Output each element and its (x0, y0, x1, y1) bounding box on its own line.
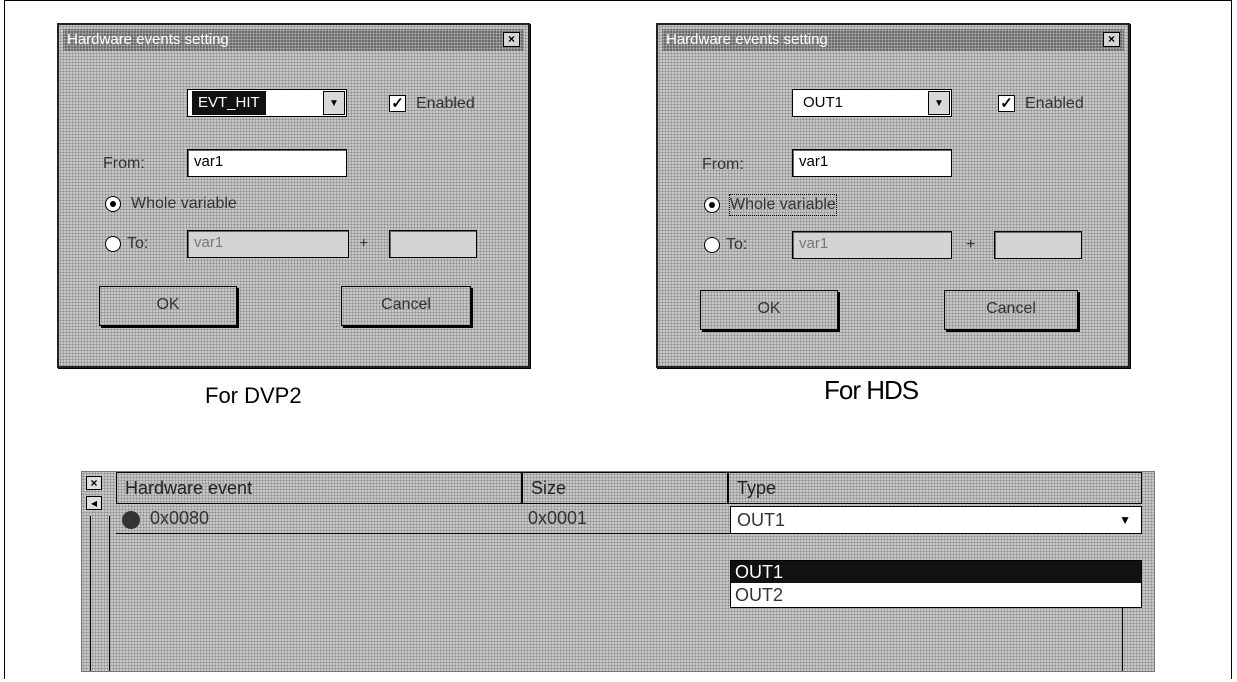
dialog-title: Hardware events setting (67, 31, 229, 48)
dialog-titlebar: Hardware events setting × (63, 29, 524, 51)
whole-variable-label: Whole variable (729, 194, 837, 216)
whole-variable-radio[interactable] (105, 196, 121, 212)
enabled-checkbox[interactable]: ✓ (389, 95, 406, 112)
dvp2-caption: For DVP2 (205, 383, 302, 408)
type-dropdown-list: OUT1 OUT2 (730, 560, 1142, 608)
to-radio[interactable] (704, 237, 720, 253)
to-input[interactable]: var1 (792, 231, 952, 259)
chevron-down-icon[interactable]: ▼ (928, 91, 950, 115)
hardware-events-dialog-dvp2: Hardware events setting × EVT_HIT ▼ ✓ En… (57, 23, 530, 368)
event-select[interactable]: OUT1 ▼ (792, 89, 952, 117)
offset-input[interactable] (389, 230, 477, 258)
plus-label: + (966, 236, 976, 253)
dialog-title: Hardware events setting (666, 31, 828, 48)
type-option-out1[interactable]: OUT1 (731, 561, 1141, 583)
close-icon[interactable]: × (503, 32, 520, 47)
event-select-value: EVT_HIT (192, 91, 266, 115)
enabled-label: Enabled (416, 95, 475, 112)
ok-button[interactable]: OK (700, 290, 838, 330)
ok-button[interactable]: OK (99, 286, 237, 326)
chevron-down-icon[interactable]: ▼ (1119, 513, 1131, 527)
type-option-out2[interactable]: OUT2 (731, 584, 1141, 606)
row-header-strip (90, 516, 110, 671)
from-label: From: (103, 155, 145, 172)
scroll-left-icon[interactable]: ◂ (86, 496, 102, 510)
whole-variable-label: Whole variable (131, 195, 237, 212)
table-close-icon[interactable]: × (86, 476, 102, 490)
plus-label: + (359, 235, 369, 252)
to-input[interactable]: var1 (187, 230, 349, 258)
dialog-titlebar: Hardware events setting × (662, 29, 1124, 51)
column-header-hardware-event[interactable]: Hardware event (116, 472, 522, 504)
event-select[interactable]: EVT_HIT ▼ (187, 89, 347, 117)
cancel-button[interactable]: Cancel (341, 286, 471, 326)
whole-variable-radio[interactable] (704, 197, 720, 213)
column-divider (1122, 608, 1123, 671)
to-radio[interactable] (105, 236, 121, 252)
column-header-size[interactable]: Size (522, 472, 728, 504)
size-cell: 0x0001 (528, 508, 588, 528)
dark-circle-icon[interactable] (122, 511, 140, 529)
to-label: To: (127, 235, 149, 252)
enabled-checkbox[interactable]: ✓ (998, 95, 1015, 112)
to-label: To: (726, 236, 748, 253)
hardware-events-table: × ◂ Hardware event Size Type 0x0080 0x00… (81, 471, 1155, 672)
close-icon[interactable]: × (1103, 32, 1120, 47)
chevron-down-icon[interactable]: ▼ (323, 91, 345, 115)
hds-caption: For HDS (824, 375, 919, 405)
hardware-event-cell: 0x0080 (150, 508, 210, 528)
offset-input[interactable] (994, 231, 1082, 259)
event-select-value: OUT1 (803, 94, 844, 111)
type-combobox[interactable]: OUT1 ▼ (730, 506, 1142, 534)
from-input[interactable]: var1 (792, 149, 952, 177)
enabled-label: Enabled (1025, 95, 1084, 112)
from-label: From: (702, 156, 744, 173)
type-combobox-value: OUT1 (737, 510, 786, 530)
from-input[interactable]: var1 (187, 149, 347, 177)
column-header-type[interactable]: Type (728, 472, 1142, 504)
cancel-button[interactable]: Cancel (944, 290, 1078, 330)
hardware-events-dialog-hds: Hardware events setting × OUT1 ▼ ✓ Enabl… (656, 23, 1130, 368)
